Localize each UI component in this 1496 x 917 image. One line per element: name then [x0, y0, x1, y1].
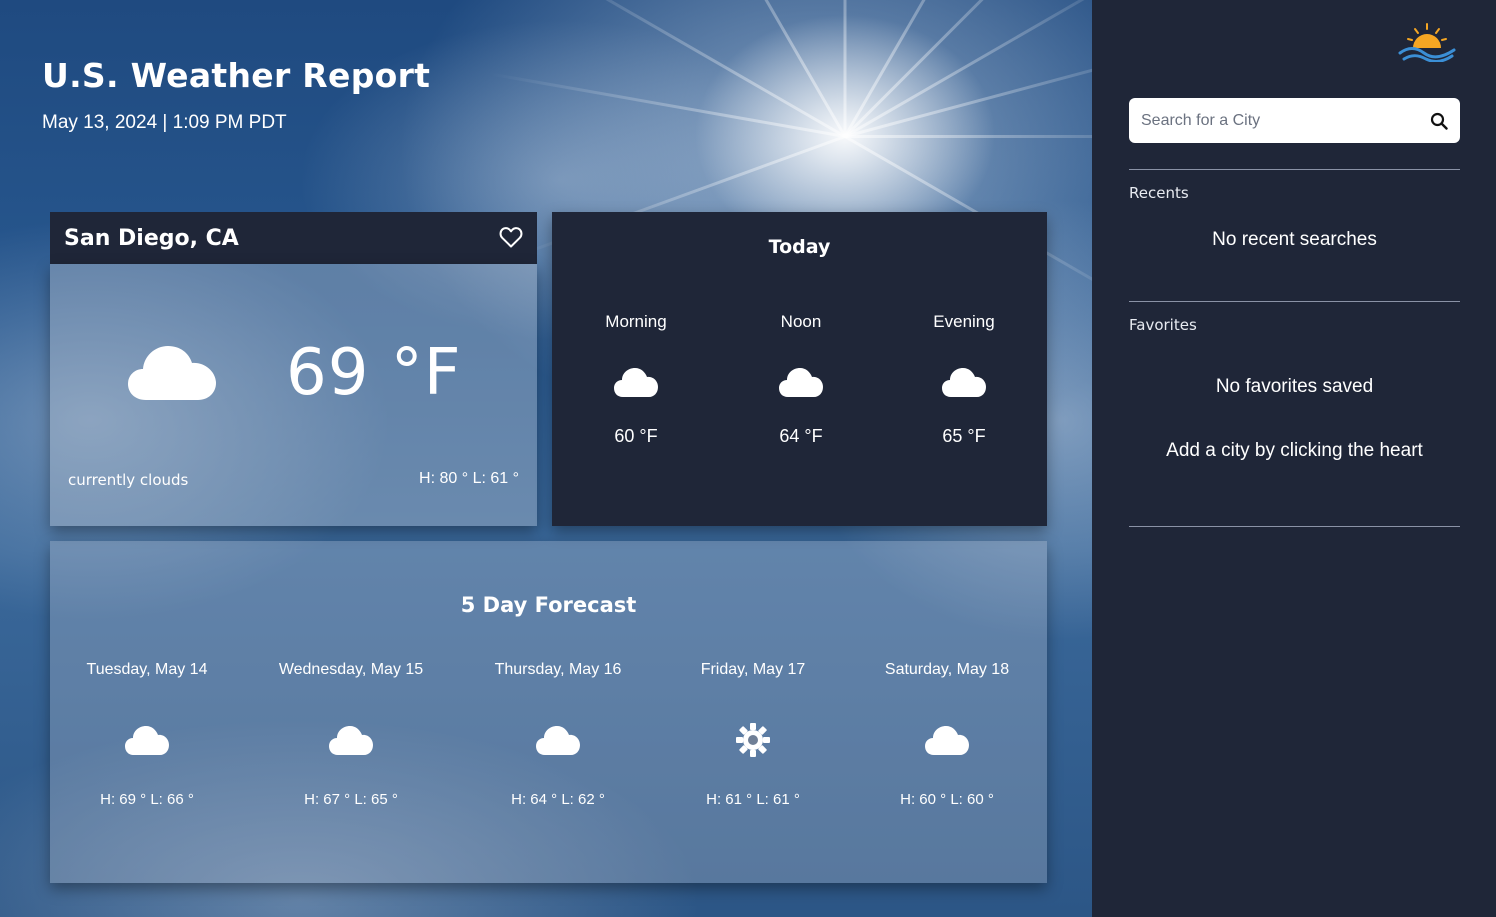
recents-label: Recents [1129, 184, 1189, 202]
sunset-logo-icon [1398, 23, 1456, 62]
forecast-day-label: Tuesday, May 14 [86, 661, 208, 678]
forecast-day-label: Wednesday, May 15 [278, 661, 424, 678]
city-header: San Diego, CA [50, 212, 537, 264]
period-label: Noon [780, 312, 822, 331]
five-day-forecast-card: 5 Day Forecast Tuesday, May 14 H: 69 ° L… [50, 541, 1047, 883]
period-label: Evening [933, 312, 995, 331]
forecast-title: 5 Day Forecast [460, 593, 637, 617]
cloud-icon [329, 726, 373, 755]
today-title: Today [768, 236, 831, 258]
current-description: currently clouds [68, 471, 189, 489]
forecast-high-low: H: 60 ° L: 60 ° [900, 791, 994, 808]
cloud-icon [125, 726, 169, 755]
heart-icon[interactable] [499, 226, 523, 248]
favorites-empty-message: No favorites saved [1215, 376, 1374, 397]
today-morning: Morning 60 °F [556, 312, 716, 447]
date-time: May 13, 2024 | 1:09 PM PDT [42, 112, 287, 133]
sun-icon [736, 723, 770, 757]
forecast-high-low: H: 61 ° L: 61 ° [706, 791, 800, 808]
forecast-day: Tuesday, May 14 H: 69 ° L: 66 ° [47, 661, 247, 808]
page-title: U.S. Weather Report [42, 56, 431, 95]
favorites-label: Favorites [1129, 316, 1197, 334]
current-high-low: H: 80 ° L: 61 ° [419, 470, 519, 487]
forecast-day: Thursday, May 16 H: 64 ° L: 62 ° [458, 661, 658, 808]
period-temp: 64 °F [779, 426, 823, 446]
divider [1129, 301, 1460, 302]
forecast-high-low: H: 69 ° L: 66 ° [100, 791, 194, 808]
cloud-icon [925, 726, 969, 755]
forecast-day-label: Thursday, May 16 [494, 661, 622, 678]
forecast-high-low: H: 67 ° L: 65 ° [304, 791, 398, 808]
cloud-icon [779, 368, 823, 397]
period-label: Morning [605, 312, 667, 331]
recents-empty-message: No recent searches [1212, 229, 1377, 250]
favorites-hint: Add a city by clicking the heart [1166, 440, 1423, 461]
sidebar-panel: Recents No recent searches Favorites No … [1092, 0, 1496, 917]
today-card: Today Morning 60 °F Noon 64 °F Evening 6… [552, 212, 1047, 526]
period-temp: 60 °F [614, 426, 658, 446]
forecast-day-label: Saturday, May 18 [884, 661, 1010, 678]
period-temp: 65 °F [942, 426, 986, 446]
cloud-icon [536, 726, 580, 755]
city-name: San Diego, CA [64, 225, 239, 251]
forecast-day: Wednesday, May 15 H: 67 ° L: 65 ° [251, 661, 451, 808]
search-input[interactable] [1141, 111, 1430, 130]
current-temperature: 69 °F [286, 336, 462, 410]
search-icon[interactable] [1430, 112, 1448, 130]
today-evening: Evening 65 °F [884, 312, 1044, 447]
forecast-day: Saturday, May 18 H: 60 ° L: 60 ° [847, 661, 1047, 808]
divider [1129, 169, 1460, 170]
cloud-icon [942, 368, 986, 397]
today-noon: Noon 64 °F [721, 312, 881, 447]
forecast-day: Friday, May 17 H: 61 ° L: 61 ° [653, 661, 853, 808]
search-box [1129, 98, 1460, 143]
cloud-icon [128, 346, 216, 400]
forecast-high-low: H: 64 ° L: 62 ° [511, 791, 605, 808]
divider [1129, 526, 1460, 527]
cloud-icon [614, 368, 658, 397]
forecast-day-label: Friday, May 17 [700, 661, 806, 678]
current-weather-card: 69 °F currently clouds H: 80 ° L: 61 ° [50, 264, 537, 526]
